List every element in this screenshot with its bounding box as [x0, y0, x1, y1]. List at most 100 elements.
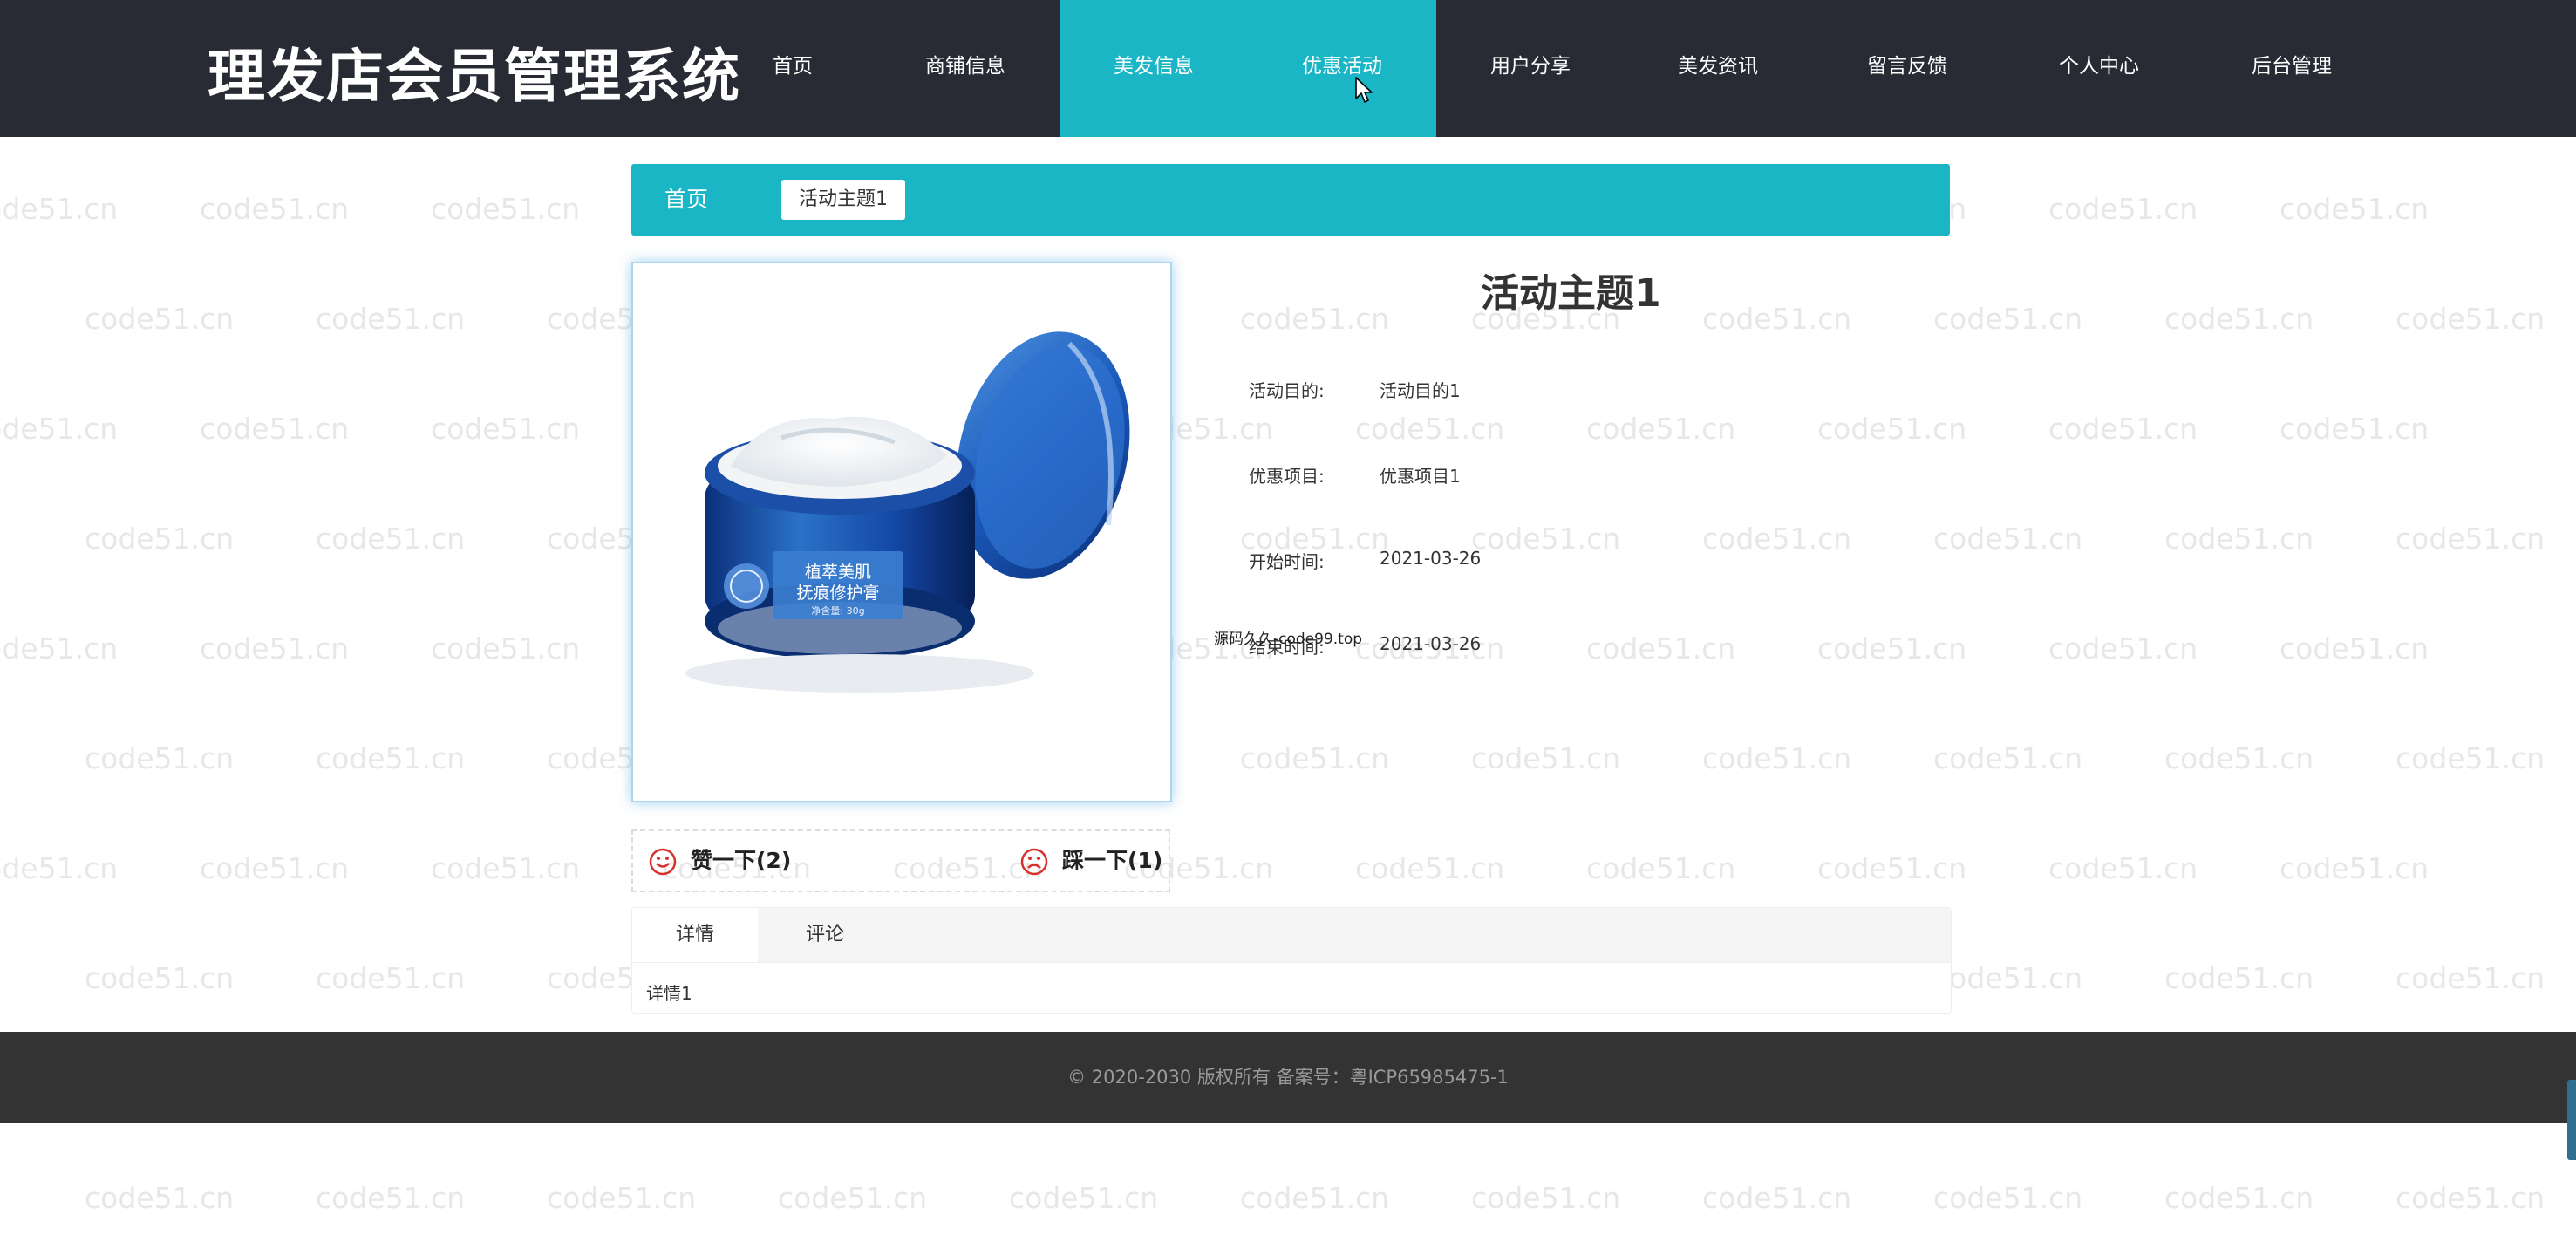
nav-item-user-share[interactable]: 用户分享	[1474, 0, 1587, 137]
watermark-text: code51.cn	[0, 631, 119, 666]
watermark-text: code51.cn	[1009, 1181, 1159, 1215]
watermark-text: code51.cn	[1933, 302, 2083, 336]
breadcrumb: 首页 活动主题1	[631, 164, 1950, 236]
watermark-text: code51.cn	[2164, 302, 2314, 336]
watermark-text: code51.cn	[1702, 522, 1852, 556]
header: 理发店会员管理系统 首页 商铺信息 美发信息 优惠活动 用户分享 美发资讯 留言…	[0, 0, 2576, 137]
nav-item-profile[interactable]: 个人中心	[2042, 0, 2156, 137]
watermark-text: code51.cn	[1586, 412, 1736, 446]
watermark-text: code51.cn	[2280, 412, 2429, 446]
dislike-label: 踩一下(1)	[1062, 848, 1163, 873]
watermark-text: code51.cn	[1817, 851, 1967, 885]
watermark-text: code51.cn	[2280, 192, 2429, 226]
jar-label-line1: 植萃美肌	[805, 563, 871, 582]
jar-label-line3: 净含量: 30g	[811, 604, 864, 617]
watermark-text: code51.cn	[85, 302, 235, 336]
watermark-text: code51.cn	[431, 412, 581, 446]
side-scroll-handle[interactable]	[2567, 1080, 2576, 1160]
like-button[interactable]: 赞一下(2)	[649, 831, 823, 891]
field-discount-item-value: 优惠项目1	[1380, 466, 1461, 487]
field-discount-item-label: 优惠项目:	[1249, 466, 1325, 487]
watermark-text: code51.cn	[1240, 1181, 1390, 1215]
overlay-watermark-note: 源码久久-code99.top	[1214, 631, 1363, 648]
tab-content: 详情1	[646, 983, 692, 1004]
watermark-text: code51.cn	[200, 412, 350, 446]
watermark-text: code51.cn	[85, 961, 235, 995]
nav-item-home[interactable]: 首页	[757, 0, 828, 137]
watermark-text: code51.cn	[316, 961, 466, 995]
watermark-text: code51.cn	[85, 1181, 235, 1215]
detail-tabs: 详情 评论 详情1	[631, 907, 1952, 1014]
like-label: 赞一下(2)	[691, 848, 792, 873]
watermark-text: code51.cn	[2395, 1181, 2545, 1215]
watermark-text: code51.cn	[200, 631, 350, 666]
watermark-text: code51.cn	[2395, 522, 2545, 556]
vote-box: 赞一下(2) 踩一下(1)	[631, 829, 1170, 892]
field-start-time-label: 开始时间:	[1249, 551, 1325, 572]
cream-jar-image: 植萃美肌 抚痕修护膏 净含量: 30g	[685, 331, 1130, 693]
watermark-text: code51.cn	[1586, 631, 1736, 666]
watermark-text: code51.cn	[1355, 851, 1505, 885]
watermark-text: code51.cn	[1471, 522, 1621, 556]
nav-item-admin[interactable]: 后台管理	[2235, 0, 2348, 137]
watermark-text: code51.cn	[1240, 302, 1390, 336]
footer-copyright: © 2020-2030 版权所有 备案号：粤ICP65985475-1	[1067, 1067, 1509, 1088]
watermark-text: code51.cn	[2280, 631, 2429, 666]
field-purpose-value: 活动目的1	[1380, 380, 1461, 401]
watermark-text: code51.cn	[85, 522, 235, 556]
watermark-text: code51.cn	[1933, 741, 2083, 775]
tab-comments[interactable]: 评论	[758, 908, 892, 962]
watermark-text: code51.cn	[2164, 961, 2314, 995]
watermark-text: code51.cn	[0, 851, 119, 885]
watermark-text: code51.cn	[1355, 412, 1505, 446]
watermark-text: code51.cn	[1471, 741, 1621, 775]
watermark-text: code51.cn	[431, 192, 581, 226]
watermark-text: code51.cn	[2048, 412, 2198, 446]
watermark-text: code51.cn	[1933, 522, 2083, 556]
watermark-text: code51.cn	[1586, 851, 1736, 885]
watermark-text: code51.cn	[2164, 522, 2314, 556]
activity-title: 活动主题1	[1481, 271, 1661, 316]
watermark-text: code51.cn	[0, 412, 119, 446]
tab-bar: 详情 评论	[632, 908, 1951, 963]
nav-item-promotions[interactable]: 优惠活动	[1248, 0, 1436, 137]
watermark-text: code51.cn	[2048, 851, 2198, 885]
watermark-text: code51.cn	[1702, 741, 1852, 775]
watermark-text: code51.cn	[2048, 631, 2198, 666]
tab-details[interactable]: 详情	[632, 908, 758, 962]
watermark-text: code51.cn	[85, 741, 235, 775]
watermark-text: code51.cn	[2395, 302, 2545, 336]
dislike-button[interactable]: 踩一下(1)	[1020, 831, 1169, 891]
watermark-text: code51.cn	[2048, 192, 2198, 226]
watermark-text: code51.cn	[200, 192, 350, 226]
field-end-time-value: 2021-03-26	[1380, 633, 1482, 654]
nav-item-hair-info[interactable]: 美发信息	[1060, 0, 1248, 137]
watermark-text: code51.cn	[431, 631, 581, 666]
watermark-text: code51.cn	[200, 851, 350, 885]
watermark-text: code51.cn	[2395, 741, 2545, 775]
nav-item-feedback[interactable]: 留言反馈	[1850, 0, 1964, 137]
watermark-text: code51.cn	[316, 741, 466, 775]
nav-item-shops[interactable]: 商铺信息	[907, 0, 1024, 137]
watermark-text: code51.cn	[1471, 1181, 1621, 1215]
watermark-text: code51.cn	[1240, 741, 1390, 775]
watermark-text: code51.cn	[316, 1181, 466, 1215]
nav-item-hair-news[interactable]: 美发资讯	[1661, 0, 1775, 137]
watermark-text: code51.cn	[1702, 1181, 1852, 1215]
mouse-cursor-icon	[1355, 77, 1373, 103]
watermark-text: code51.cn	[316, 522, 466, 556]
field-purpose-label: 活动目的:	[1249, 380, 1325, 401]
site-title: 理发店会员管理系统	[208, 43, 741, 110]
product-image: 植萃美肌 抚痕修护膏 净含量: 30g	[631, 262, 1172, 802]
watermark-text: code51.cn	[547, 1181, 697, 1215]
watermark-text: code51.cn	[316, 302, 466, 336]
breadcrumb-home-link[interactable]: 首页	[664, 164, 708, 236]
watermark-text: code51.cn	[2280, 851, 2429, 885]
smile-icon	[649, 848, 677, 876]
breadcrumb-current: 活动主题1	[781, 180, 905, 220]
footer: © 2020-2030 版权所有 备案号：粤ICP65985475-1	[0, 1032, 2576, 1123]
watermark-text: code51.cn	[0, 192, 119, 226]
watermark-text: code51.cn	[431, 851, 581, 885]
watermark-text: code51.cn	[1933, 1181, 2083, 1215]
watermark-text: code51.cn	[1702, 302, 1852, 336]
